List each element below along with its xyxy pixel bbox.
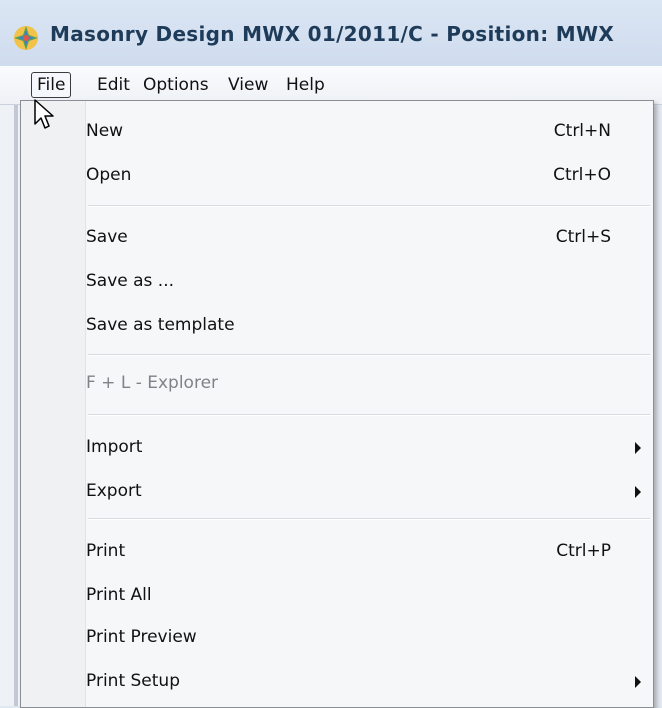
menu-separator xyxy=(88,354,650,356)
menu-item-print-all[interactable]: Print All xyxy=(86,579,651,613)
menu-item-shortcut: Ctrl+O xyxy=(553,165,611,185)
window-title: Masonry Design MWX 01/2011/C - Position:… xyxy=(50,22,615,46)
file-dropdown-menu: New Ctrl+N Open Ctrl+O Save Ctrl+S Save … xyxy=(20,100,654,708)
menu-item-label: F + L - Explorer xyxy=(86,373,219,393)
menu-item-print-preview[interactable]: Print Preview xyxy=(86,621,651,655)
app-window: Masonry Design MWX 01/2011/C - Position:… xyxy=(0,0,662,708)
window-left-border xyxy=(14,105,18,706)
menu-item-label: Export xyxy=(86,481,142,501)
menu-item-shortcut: Ctrl+S xyxy=(555,227,611,247)
menu-options[interactable]: Options xyxy=(143,75,209,95)
menu-help[interactable]: Help xyxy=(286,75,325,95)
menu-item-label: Open xyxy=(86,165,132,185)
menu-item-open[interactable]: Open Ctrl+O xyxy=(86,159,651,193)
menu-item-label: Print xyxy=(86,541,126,561)
menu-item-label: Import xyxy=(86,437,143,457)
menu-separator xyxy=(88,518,650,520)
submenu-arrow-icon xyxy=(635,442,641,454)
menu-item-shortcut: Ctrl+N xyxy=(553,121,611,141)
mouse-pointer-icon xyxy=(34,99,54,129)
menu-item-save[interactable]: Save Ctrl+S xyxy=(86,221,651,255)
menu-separator xyxy=(88,414,650,416)
menu-item-save-as[interactable]: Save as ... xyxy=(86,265,651,299)
menu-item-label: Print Preview xyxy=(86,627,197,647)
menu-item-save-as-template[interactable]: Save as template xyxy=(86,309,651,343)
menu-item-label: Print Setup xyxy=(86,671,180,691)
menu-item-print[interactable]: Print Ctrl+P xyxy=(86,535,651,569)
title-bar: Masonry Design MWX 01/2011/C - Position:… xyxy=(0,0,662,66)
menu-file[interactable]: File xyxy=(31,72,72,98)
menu-item-print-setup[interactable]: Print Setup xyxy=(86,665,651,699)
menu-item-label: New xyxy=(86,121,124,141)
submenu-arrow-icon xyxy=(635,676,641,688)
menu-edit[interactable]: Edit xyxy=(97,75,130,95)
menu-item-shortcut: Ctrl+P xyxy=(556,541,611,561)
menu-item-label: Print All xyxy=(86,585,152,605)
menu-item-label: Save as template xyxy=(86,315,235,335)
submenu-arrow-icon xyxy=(635,486,641,498)
menu-view[interactable]: View xyxy=(228,75,268,95)
background-area xyxy=(653,105,662,706)
menu-separator xyxy=(88,205,650,207)
menu-item-label: Save xyxy=(86,227,128,247)
app-logo-icon xyxy=(14,26,38,50)
menu-item-fl-explorer: F + L - Explorer xyxy=(86,367,651,401)
menu-item-label: Save as ... xyxy=(86,271,175,291)
menu-item-import[interactable]: Import xyxy=(86,431,651,465)
menu-icon-gutter xyxy=(21,101,86,707)
menu-item-new[interactable]: New Ctrl+N xyxy=(86,115,651,149)
menu-item-export[interactable]: Export xyxy=(86,475,651,509)
